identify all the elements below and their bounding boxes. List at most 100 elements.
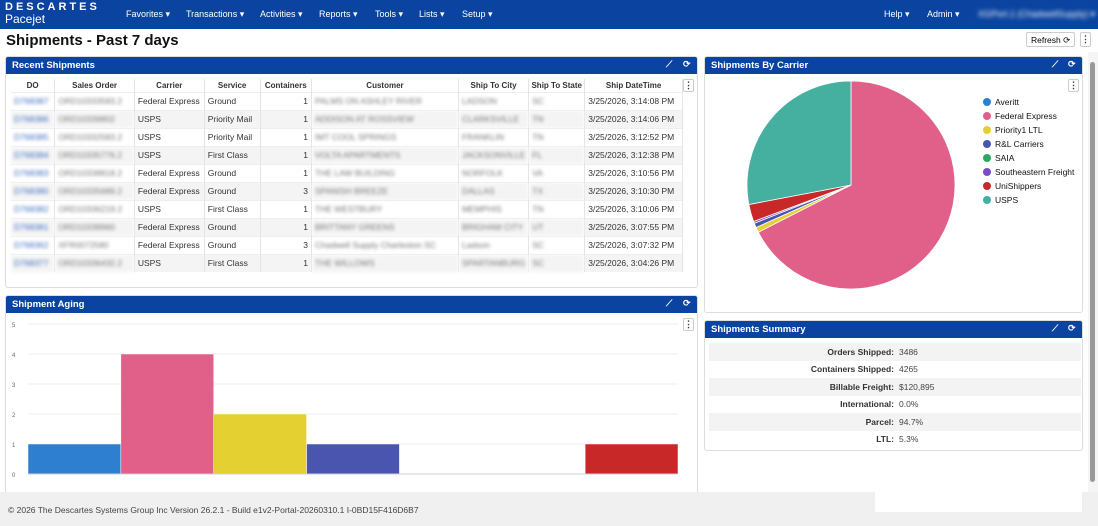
table-row[interactable]: D768377 ORD10336432.2 USPS First Class 1 THE … (11, 253, 683, 272)
table-row[interactable]: D768386 ORD10339802 USPS Priority Mail 1 ADDI… (11, 109, 683, 128)
chart-menu-button[interactable]: ⋮ (1068, 79, 1079, 92)
page-scrollbar[interactable] (1088, 52, 1098, 492)
cell-do[interactable]: D768383 (11, 163, 56, 182)
cell-customer: ADDISON AT ROSSVIEW (311, 109, 459, 128)
cell-service: Ground (204, 217, 261, 236)
cell-do[interactable]: D768382 (11, 199, 56, 218)
bar-federal-express[interactable] (120, 353, 214, 475)
column-header[interactable]: Containers (260, 79, 313, 92)
column-header[interactable]: Carrier (134, 79, 205, 92)
legend-label: Southeastern Freight (995, 167, 1075, 177)
column-header[interactable]: Ship DateTime (584, 79, 683, 92)
page-menu-button[interactable]: ⋮ (1080, 32, 1091, 47)
cell-customer: THE WILLOWS (311, 253, 459, 272)
menu-help[interactable]: Help ▾ (884, 9, 910, 20)
table-row[interactable]: D768382 ORD10336219.2 USPS First Class 1 THE … (11, 199, 683, 218)
pin-icon[interactable]: ⟋ (1052, 323, 1058, 334)
pin-icon[interactable]: ⟋ (666, 298, 672, 309)
refresh-icon[interactable]: ⟳ (683, 59, 691, 70)
menu-favorites[interactable]: Favorites ▾ (126, 9, 170, 20)
cell-do[interactable]: D768385 (11, 127, 56, 146)
summary-value: 3486 (899, 346, 918, 357)
cell-do[interactable]: D768384 (11, 145, 56, 164)
chart-menu-button[interactable]: ⋮ (683, 318, 694, 331)
summary-row: LTL: 5.3% (709, 431, 1081, 449)
logo[interactable]: DESCARTES Pacejet (5, 1, 100, 25)
column-header[interactable]: Ship To City (458, 79, 530, 92)
menu-admin[interactable]: Admin ▾ (927, 9, 960, 20)
legend-marker (983, 196, 991, 204)
cell-ship-to-city: Ladson (458, 235, 530, 254)
panel-title: Recent Shipments (12, 60, 95, 71)
table-row[interactable]: D768381 ORD10338960 Federal Express Ground 1… (11, 217, 683, 236)
legend-item[interactable]: R&L Carriers (983, 137, 1074, 151)
cell-sales-order: ORD10338960 (54, 217, 135, 236)
menu-setup[interactable]: Setup ▾ (462, 9, 493, 20)
menu-user[interactable]: XGPort.1 (ChadwellSupply) ▾ (978, 9, 1095, 20)
pin-icon[interactable]: ⟋ (1052, 59, 1058, 70)
cell-ship-datetime: 3/25/2026, 3:12:38 PM (584, 145, 683, 164)
cell-customer: PALMS ON ASHLEY RIVER (311, 91, 459, 110)
bar-unishippers[interactable] (584, 443, 679, 475)
bar-averitt[interactable] (27, 443, 122, 475)
column-header[interactable]: Ship To State (528, 79, 586, 92)
table-row[interactable]: D768387 ORD10333583.2 Federal Express Groun… (11, 91, 683, 110)
column-header[interactable]: Sales Order (54, 79, 135, 92)
cell-do[interactable]: D768387 (11, 91, 56, 110)
pie-slice-usps[interactable] (746, 80, 852, 205)
pin-icon[interactable]: ⟋ (666, 59, 672, 70)
table-menu-button[interactable]: ⋮ (683, 79, 694, 92)
cell-sales-order: ORD10335776.2 (54, 145, 135, 164)
bar-r-l-carriers[interactable] (306, 443, 400, 475)
cell-service: Priority Mail (204, 109, 261, 128)
cell-do[interactable]: D768377 (11, 253, 56, 272)
footer-blank (875, 492, 1082, 512)
cell-service: Ground (204, 181, 261, 200)
cell-do[interactable]: D768381 (11, 217, 56, 236)
refresh-icon[interactable]: ⟳ (1068, 59, 1076, 70)
table-row[interactable]: D768380 ORD10335689.2 Federal Express Groun… (11, 181, 683, 200)
legend-item[interactable]: Southeastern Freight (983, 165, 1074, 179)
legend-item[interactable]: SAIA (983, 151, 1074, 165)
column-header[interactable]: Customer (311, 79, 459, 92)
table-row[interactable]: D768383 ORD10338818.2 Federal Express Groun… (11, 163, 683, 182)
bar-priority1-ltl[interactable] (213, 413, 307, 475)
legend-item[interactable]: Federal Express (983, 109, 1074, 123)
cell-do[interactable]: D768380 (11, 181, 56, 200)
menu-tools[interactable]: Tools ▾ (375, 9, 403, 20)
cell-ship-datetime: 3/25/2026, 3:10:56 PM (584, 163, 683, 182)
legend-label: Priority1 LTL (995, 125, 1043, 135)
cell-ship-datetime: 3/25/2026, 3:10:06 PM (584, 199, 683, 218)
refresh-button[interactable]: Refresh ⟳ (1026, 32, 1076, 47)
cell-ship-to-city: FRANKLIN (458, 127, 530, 146)
cell-ship-to-city: SPARTANBURG (458, 253, 530, 272)
cell-service: First Class (204, 199, 261, 218)
menu-lists[interactable]: Lists ▾ (419, 9, 445, 20)
legend-item[interactable]: UniShippers (983, 179, 1074, 193)
table-row[interactable]: D768384 ORD10335776.2 USPS First Class 1 VOLT… (11, 145, 683, 164)
shipments-table: DO Sales Order Carrier Service Containers Cus… (11, 79, 683, 272)
cell-ship-datetime: 3/25/2026, 3:07:32 PM (584, 235, 683, 254)
menu-activities[interactable]: Activities ▾ (260, 9, 303, 20)
cell-containers: 1 (260, 217, 313, 236)
cell-do[interactable]: D768362 (11, 235, 56, 254)
legend-item[interactable]: Averitt (983, 95, 1074, 109)
menu-transactions[interactable]: Transactions ▾ (186, 9, 244, 20)
table-row[interactable]: D768385 ORD10332583.2 USPS Priority Mail 1 IM… (11, 127, 683, 146)
refresh-icon[interactable]: ⟳ (1068, 323, 1076, 334)
column-header[interactable]: Service (204, 79, 261, 92)
legend-item[interactable]: USPS (983, 193, 1074, 207)
legend-label: USPS (995, 195, 1019, 205)
menu-reports[interactable]: Reports ▾ (319, 9, 358, 20)
legend-marker (983, 182, 991, 190)
table-row[interactable]: D768362 XFR0072580 Federal Express Ground 3 C… (11, 235, 683, 254)
column-header[interactable]: DO (11, 79, 56, 92)
cell-do[interactable]: D768386 (11, 109, 56, 128)
y-tick-label: 0 (12, 473, 16, 479)
scrollbar-thumb[interactable] (1090, 62, 1095, 482)
summary-label: Parcel: (865, 416, 894, 427)
legend-item[interactable]: Priority1 LTL (983, 123, 1074, 137)
cell-containers: 1 (260, 163, 313, 182)
cell-ship-to-state: UT (528, 217, 586, 236)
refresh-icon[interactable]: ⟳ (683, 298, 691, 309)
